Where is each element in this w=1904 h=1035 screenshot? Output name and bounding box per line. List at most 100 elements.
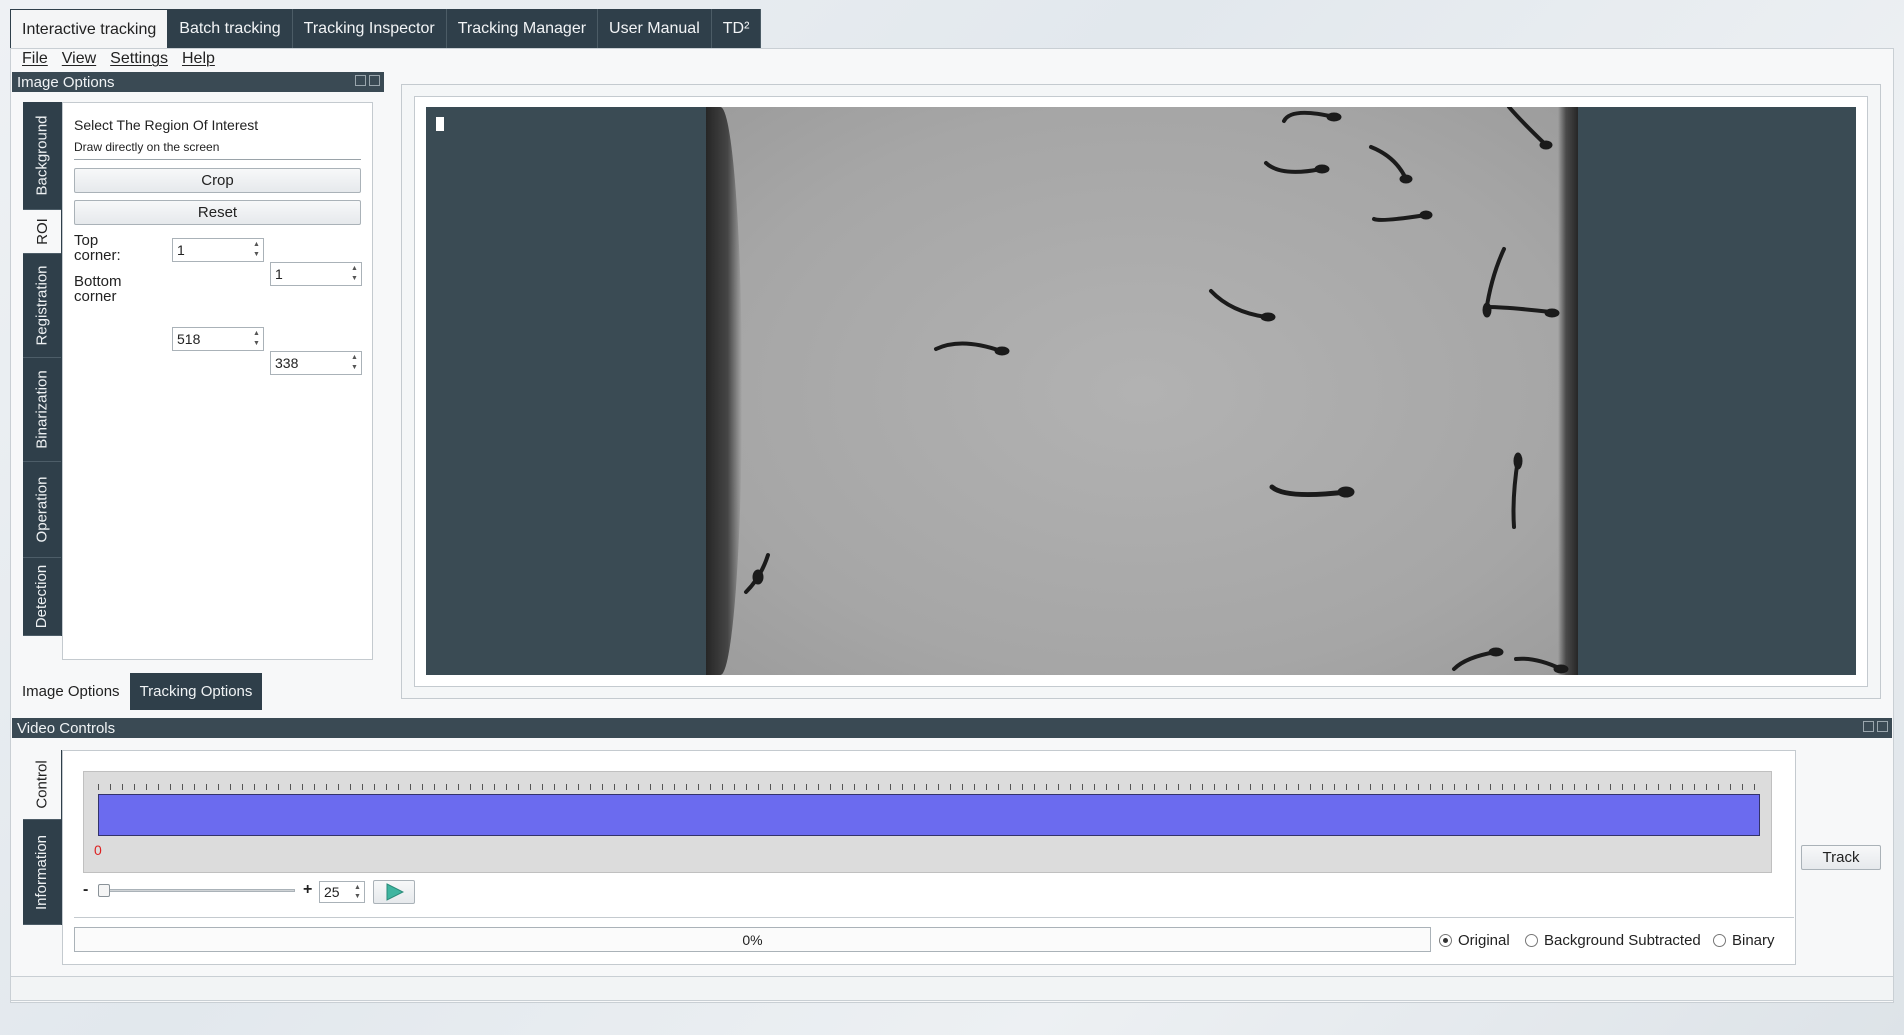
top-corner-label: Top corner: bbox=[74, 232, 121, 264]
fish bbox=[752, 569, 764, 585]
spin-arrows-icon[interactable]: ▲ ▼ bbox=[349, 353, 360, 373]
side-tab-operation[interactable]: Operation bbox=[23, 462, 61, 558]
bottom-corner-x-input[interactable]: 518 ▲ ▼ bbox=[172, 327, 264, 351]
spin-arrows-icon[interactable]: ▲ ▼ bbox=[251, 240, 262, 260]
video-controls-panel: 0 - + 25 ▲ ▼ 0% Original Background Subtra… bbox=[62, 750, 1796, 965]
bottom-corner-y-input[interactable]: 338 ▲ ▼ bbox=[270, 351, 362, 375]
tab-td2[interactable]: TD² bbox=[712, 9, 762, 49]
tab-batch-tracking[interactable]: Batch tracking bbox=[168, 9, 293, 49]
fish bbox=[1282, 110, 1336, 123]
divider bbox=[74, 159, 361, 160]
plus-label: + bbox=[303, 881, 313, 898]
video-controls-side-tabs: Control Information bbox=[23, 750, 63, 925]
fish bbox=[1553, 664, 1569, 674]
cursor-marker bbox=[436, 117, 444, 131]
side-tab-registration[interactable]: Registration bbox=[23, 254, 61, 358]
timeline-ticks bbox=[98, 784, 1760, 790]
fish bbox=[1488, 647, 1504, 657]
float-icon[interactable] bbox=[355, 75, 366, 86]
fish bbox=[1260, 312, 1276, 322]
tab-tracking-options[interactable]: Tracking Options bbox=[130, 673, 263, 710]
tab-tracking-inspector[interactable]: Tracking Inspector bbox=[293, 9, 447, 49]
close-icon[interactable] bbox=[1877, 721, 1888, 732]
side-tab-detection[interactable]: Detection bbox=[23, 558, 61, 636]
bottom-corner-label: Bottom corner bbox=[74, 273, 122, 305]
fish-layer bbox=[744, 107, 1569, 674]
fish bbox=[1372, 213, 1428, 222]
fish bbox=[1539, 140, 1553, 150]
top-corner-y-input[interactable]: 1 ▲ ▼ bbox=[270, 262, 362, 286]
reset-button[interactable]: Reset bbox=[74, 200, 361, 225]
spin-arrows-icon[interactable]: ▲ ▼ bbox=[251, 329, 262, 349]
side-tab-information[interactable]: Information bbox=[23, 820, 61, 925]
divider bbox=[74, 917, 1794, 918]
fish bbox=[934, 341, 1003, 353]
fish bbox=[1452, 650, 1498, 671]
radio-icon[interactable] bbox=[1713, 934, 1726, 947]
fish bbox=[1507, 107, 1548, 147]
tab-interactive-tracking[interactable]: Interactive tracking bbox=[10, 9, 169, 49]
fish bbox=[1209, 289, 1268, 319]
fish bbox=[1486, 305, 1553, 314]
fish bbox=[1419, 210, 1433, 220]
video-controls-title: Video Controls bbox=[17, 719, 116, 737]
fish bbox=[1369, 145, 1408, 181]
tab-image-options[interactable]: Image Options bbox=[12, 673, 130, 710]
menu-view[interactable]: View bbox=[62, 50, 96, 72]
fish bbox=[1326, 112, 1342, 122]
fish bbox=[1269, 484, 1349, 498]
video-frame[interactable] bbox=[426, 107, 1856, 675]
play-icon bbox=[386, 883, 404, 901]
side-tab-binarization[interactable]: Binarization bbox=[23, 358, 61, 462]
side-tab-background[interactable]: Background bbox=[23, 102, 61, 210]
spin-arrows-icon[interactable]: ▲ ▼ bbox=[349, 264, 360, 284]
top-corner-x-input[interactable]: 1 ▲ ▼ bbox=[172, 238, 264, 262]
radio-background-subtracted[interactable]: Background Subtracted bbox=[1525, 932, 1701, 949]
image-options-side-tabs: Background ROI Registration Binarization… bbox=[23, 102, 63, 636]
main-tab-bar: Interactive tracking Batch tracking Trac… bbox=[10, 9, 762, 49]
fish bbox=[1314, 164, 1330, 174]
tab-user-manual[interactable]: User Manual bbox=[598, 9, 712, 49]
progress-text: 0% bbox=[742, 931, 763, 948]
fps-input[interactable]: 25 ▲ ▼ bbox=[319, 881, 365, 903]
timeline-area: 0 bbox=[83, 771, 1772, 873]
frame-start-label: 0 bbox=[94, 842, 102, 858]
track-button[interactable]: Track bbox=[1801, 845, 1881, 870]
menu-help[interactable]: Help bbox=[182, 50, 215, 72]
fish bbox=[1399, 174, 1413, 184]
tank-image bbox=[706, 107, 1578, 675]
fish bbox=[1337, 486, 1355, 498]
radio-original[interactable]: Original bbox=[1439, 932, 1510, 949]
menu-bar: File View Settings Help bbox=[22, 50, 215, 72]
side-tab-roi[interactable]: ROI bbox=[23, 210, 61, 254]
progress-bar: 0% bbox=[74, 927, 1431, 952]
image-options-dock-header: Image Options bbox=[12, 72, 384, 92]
fish bbox=[994, 346, 1010, 356]
speed-slider[interactable] bbox=[98, 884, 295, 897]
roi-panel: Select The Region Of Interest Draw direc… bbox=[62, 102, 373, 660]
fish bbox=[1544, 308, 1560, 318]
status-bar bbox=[10, 976, 1894, 1001]
options-tab-bar: Image Options Tracking Options bbox=[12, 673, 263, 710]
side-tab-control[interactable]: Control bbox=[23, 750, 61, 820]
image-options-title: Image Options bbox=[17, 73, 115, 91]
play-button[interactable] bbox=[373, 880, 415, 904]
menu-file[interactable]: File bbox=[22, 50, 48, 72]
crop-button[interactable]: Crop bbox=[74, 168, 361, 193]
menu-settings[interactable]: Settings bbox=[110, 50, 168, 72]
speed-slider-handle[interactable] bbox=[98, 884, 110, 897]
timeline-bar[interactable] bbox=[98, 794, 1760, 836]
float-icon[interactable] bbox=[1863, 721, 1874, 732]
spin-arrows-icon[interactable]: ▲ ▼ bbox=[352, 883, 363, 901]
fish bbox=[1484, 247, 1506, 314]
fish bbox=[1513, 452, 1523, 470]
video-controls-dock-header: Video Controls bbox=[12, 718, 1892, 738]
minus-label: - bbox=[83, 881, 89, 898]
roi-heading: Select The Region Of Interest bbox=[74, 117, 259, 133]
radio-checked-icon[interactable] bbox=[1439, 934, 1452, 947]
roi-hint: Draw directly on the screen bbox=[74, 140, 220, 154]
radio-binary[interactable]: Binary bbox=[1713, 932, 1775, 949]
tab-tracking-manager[interactable]: Tracking Manager bbox=[447, 9, 599, 49]
radio-icon[interactable] bbox=[1525, 934, 1538, 947]
close-icon[interactable] bbox=[369, 75, 380, 86]
